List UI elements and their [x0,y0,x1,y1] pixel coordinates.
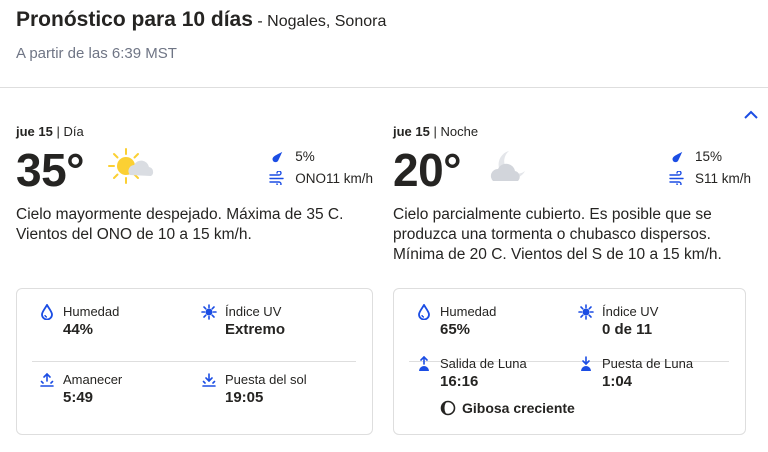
wind-icon [269,171,284,185]
moonrise-icon [419,356,429,371]
night-wind-value: S11 km/h [694,170,751,186]
sunrise-icon [40,372,54,387]
night-details-card: Humedad 65% Índice UV 0 de 11 Salida de … [393,288,746,435]
moon-phase-icon [440,400,456,416]
night-stats: 15% S11 km/h [669,145,751,189]
night-uv-value: 0 de 11 [602,321,653,338]
night-moonset-value: 1:04 [602,373,633,390]
day-details-card: Humedad 44% Índice UV Extremo Amanecer 5… [16,288,373,435]
day-uv-index: Índice UV Extremo [201,304,286,338]
night-forecast: jue 15 | Noche 20° 15% S11 km/h Cielo pa… [393,124,751,435]
sunset-icon [202,373,216,387]
day-precip-value: 5% [295,148,315,164]
day-date: jue 15 [16,124,53,139]
day-period-label: jue 15 | Día [16,124,84,139]
day-humidity: Humedad 44% [41,304,119,338]
day-temperature: 35° [16,144,85,196]
night-humidity: Humedad 65% [418,304,496,338]
night-precip-value: 15% [694,148,722,164]
night-period: Noche [440,124,479,139]
day-humidity-value: 44% [63,321,94,338]
raindrop-icon [672,151,683,163]
uv-sun-icon [201,304,217,320]
night-narrative: Cielo parcialmente cubierto. Es posible … [393,206,722,263]
night-period-label: jue 15 | Noche [393,124,479,139]
night-uv-index: Índice UV 0 de 11 [578,304,658,338]
chevron-up-icon[interactable] [743,108,759,122]
header-divider [0,87,768,88]
night-date: jue 15 [393,124,430,139]
page-title: Pronóstico para 10 días [16,8,253,31]
day-wind-value: ONO11 km/h [295,170,373,186]
wind-icon [669,171,684,185]
humidity-icon [41,304,53,320]
card-divider [32,361,356,362]
day-uv-value: Extremo [225,321,286,338]
day-sunrise: Amanecer 5:49 [40,372,122,406]
humidity-icon [418,304,430,320]
day-stats: 5% ONO11 km/h [269,145,373,189]
day-temp-row: 35° 5% ONO11 km/h [16,145,373,199]
night-moonrise: Salida de Luna 16:16 [419,356,527,390]
moon-phase: Gibosa creciente [440,400,575,416]
night-moonrise-value: 16:16 [440,373,479,390]
day-sunset: Puesta del sol 19:05 [202,372,307,406]
raindrop-icon [272,151,283,163]
night-moonset: Puesta de Luna 1:04 [581,356,693,390]
day-narrative: Cielo mayormente despejado. Máxima de 35… [16,206,344,243]
as-of-timestamp: A partir de las 6:39 MST [16,45,177,62]
night-temp-row: 20° 15% S11 km/h [393,145,751,199]
page-header: Pronóstico para 10 días - Nogales, Sonor… [16,8,386,32]
uv-sun-icon [578,304,594,320]
night-humidity-value: 65% [440,321,471,338]
moon-phase-label: Gibosa creciente [462,400,575,416]
day-sunrise-value: 5:49 [63,389,94,406]
mostly-sunny-icon [108,148,154,184]
day-forecast: jue 15 | Día 35° 5% ONO11 km/h Cielo may… [16,124,373,435]
day-period: Día [63,124,84,139]
day-sunset-value: 19:05 [225,389,264,406]
partly-cloudy-night-icon [490,151,525,181]
location-label: - Nogales, Sonora [257,13,387,30]
night-temperature: 20° [393,144,462,196]
moonset-icon [581,356,591,371]
